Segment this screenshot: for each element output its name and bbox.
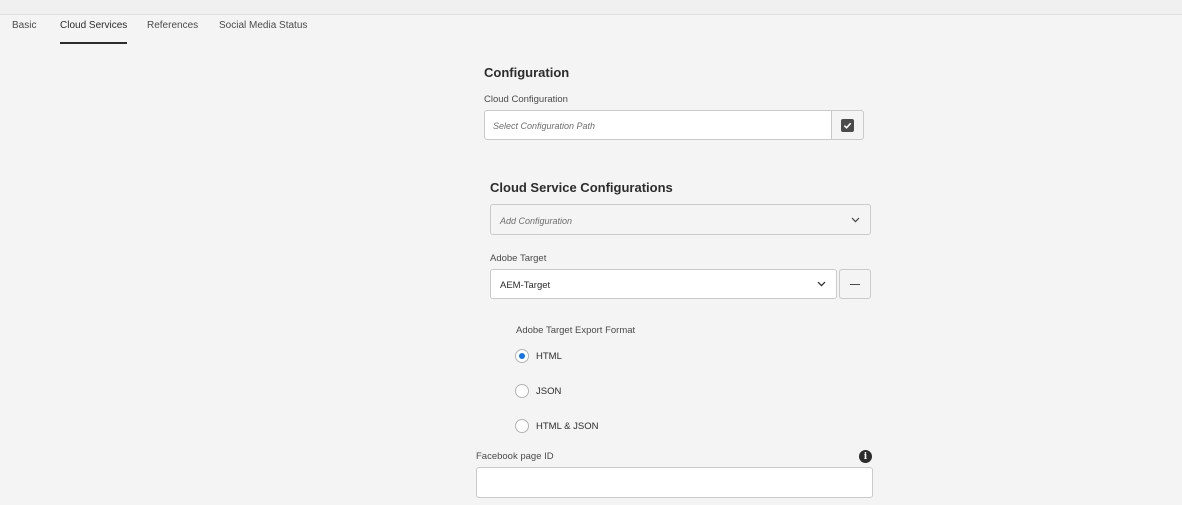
- cloud-configuration-path-input[interactable]: Select Configuration Path: [484, 110, 832, 140]
- remove-configuration-button[interactable]: [839, 269, 871, 299]
- radio-button[interactable]: [515, 349, 529, 363]
- page-properties-dialog: Basic Cloud Services References Social M…: [0, 0, 1182, 505]
- cloud-configuration-label: Cloud Configuration: [484, 94, 568, 105]
- radio-button[interactable]: [515, 384, 529, 398]
- path-picker-button[interactable]: [831, 110, 864, 140]
- radio-button[interactable]: [515, 419, 529, 433]
- adobe-target-select[interactable]: AEM-Target: [490, 269, 837, 299]
- export-format-label: Adobe Target Export Format: [516, 325, 636, 336]
- cloud-service-configurations-heading: Cloud Service Configurations: [490, 180, 673, 195]
- tab-cloud-services[interactable]: Cloud Services: [60, 20, 128, 44]
- radio-label: HTML & JSON: [536, 420, 599, 432]
- tab-references[interactable]: References: [147, 20, 198, 44]
- add-configuration-placeholder: Add Configuration: [500, 216, 573, 226]
- tab-basic[interactable]: Basic: [12, 20, 36, 44]
- export-format-option-json[interactable]: JSON: [515, 384, 561, 398]
- tab-social-media-status[interactable]: Social Media Status: [219, 20, 307, 44]
- configuration-heading: Configuration: [484, 65, 570, 80]
- facebook-page-id-label: Facebook page ID: [476, 451, 554, 462]
- checkbox-picker-icon: [841, 118, 854, 132]
- chevron-down-icon: [817, 274, 826, 292]
- radio-label: HTML: [536, 350, 562, 362]
- adobe-target-selected-value: AEM-Target: [500, 280, 551, 291]
- cloud-configuration-placeholder: Select Configuration Path: [493, 121, 596, 131]
- export-format-option-html[interactable]: HTML: [515, 349, 562, 363]
- add-configuration-dropdown[interactable]: Add Configuration: [490, 204, 871, 235]
- export-format-option-html-json[interactable]: HTML & JSON: [515, 419, 598, 433]
- minus-icon: [850, 283, 860, 285]
- adobe-target-label: Adobe Target: [490, 253, 547, 264]
- dialog-header-strip: [0, 0, 1182, 15]
- radio-label: JSON: [536, 385, 562, 397]
- facebook-page-id-input[interactable]: [476, 467, 873, 498]
- tab-bar: Basic Cloud Services References Social M…: [0, 15, 1182, 45]
- chevron-down-icon: [851, 210, 860, 228]
- info-icon[interactable]: i: [859, 450, 872, 463]
